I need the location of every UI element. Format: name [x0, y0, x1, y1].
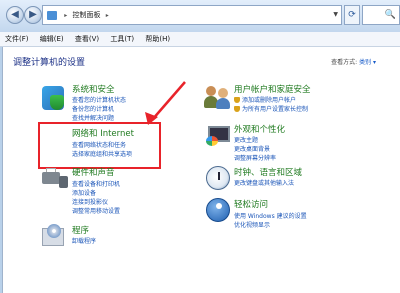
- back-button[interactable]: ◀: [6, 6, 24, 24]
- breadcrumb-separator: ▸: [105, 12, 109, 19]
- link-troubleshoot[interactable]: 查找并解决问题: [72, 113, 114, 122]
- link-uninstall-program[interactable]: 卸载程序: [72, 236, 96, 245]
- user-accounts-icon[interactable]: [204, 86, 230, 109]
- menu-file[interactable]: 文件(F): [0, 35, 33, 43]
- window-titlebar: ◀ ▶ ▸ 控制面板 ▸ ▼ ⟳ 🔍: [0, 0, 400, 32]
- red-annotation-box: [38, 122, 161, 169]
- address-bar[interactable]: ▸ 控制面板 ▸ ▼: [42, 5, 342, 25]
- ease-of-access-icon[interactable]: [206, 198, 230, 222]
- link-view-computer-status[interactable]: 查看您的计算机状态: [72, 95, 126, 104]
- category-clock-language-region[interactable]: 时钟、语言和区域: [234, 166, 302, 178]
- menu-tools[interactable]: 工具(T): [105, 35, 138, 43]
- category-programs[interactable]: 程序: [72, 224, 89, 236]
- system-security-icon[interactable]: [42, 86, 64, 110]
- link-recommended-settings[interactable]: 使用 Windows 建议的设置: [234, 211, 307, 220]
- category-hardware-sound[interactable]: 硬件和声音: [72, 166, 115, 178]
- menu-help[interactable]: 帮助(H): [140, 35, 174, 43]
- programs-icon[interactable]: [42, 224, 64, 248]
- link-parental-controls-label: 为所有用户设置家长控制: [242, 106, 309, 113]
- category-user-accounts[interactable]: 用户帐户和家庭安全: [234, 83, 311, 95]
- link-connect-projector[interactable]: 连接到投影仪: [72, 197, 108, 206]
- link-add-device[interactable]: 添加设备: [72, 188, 96, 197]
- menu-bar: 文件(F) 编辑(E) 查看(V) 工具(T) 帮助(H): [0, 32, 400, 47]
- link-mobility-settings[interactable]: 调整常用移动设置: [72, 206, 120, 215]
- control-panel-icon: [47, 10, 57, 20]
- menu-view[interactable]: 查看(V): [70, 35, 103, 43]
- category-appearance[interactable]: 外观和个性化: [234, 123, 285, 135]
- category-system-security[interactable]: 系统和安全: [72, 83, 115, 95]
- link-backup-computer[interactable]: 备份您的计算机: [72, 104, 114, 113]
- search-icon: 🔍: [384, 10, 396, 20]
- search-box[interactable]: 🔍: [362, 5, 400, 25]
- menu-edit[interactable]: 编辑(E): [35, 35, 68, 43]
- link-optimize-display[interactable]: 优化视频显示: [234, 220, 270, 229]
- link-desktop-background[interactable]: 更改桌面背景: [234, 144, 270, 153]
- link-devices-printers[interactable]: 查看设备和打印机: [72, 179, 120, 188]
- page-title: 调整计算机的设置: [13, 58, 86, 68]
- address-dropdown-icon[interactable]: ▼: [333, 6, 338, 24]
- view-mode-label: 查看方式:: [331, 59, 358, 66]
- view-mode-dropdown[interactable]: 类别 ▾: [359, 59, 376, 66]
- forward-button[interactable]: ▶: [24, 6, 42, 24]
- uac-shield-icon: [234, 97, 240, 103]
- link-parental-controls[interactable]: 为所有用户设置家长控制: [234, 104, 308, 113]
- link-screen-resolution[interactable]: 调整屏幕分辨率: [234, 153, 276, 162]
- category-ease-of-access[interactable]: 轻松访问: [234, 198, 268, 210]
- breadcrumb-control-panel[interactable]: 控制面板: [72, 11, 100, 19]
- link-change-theme[interactable]: 更改主题: [234, 135, 258, 144]
- uac-shield-icon: [234, 106, 240, 112]
- link-change-input-method[interactable]: 更改键盘或其他输入法: [234, 178, 294, 187]
- hardware-sound-icon[interactable]: [42, 168, 68, 190]
- refresh-button[interactable]: ⟳: [344, 5, 360, 25]
- link-add-remove-accounts-label: 添加或删除用户帐户: [242, 97, 297, 104]
- appearance-icon[interactable]: [206, 126, 230, 146]
- link-add-remove-accounts[interactable]: 添加或删除用户帐户: [234, 95, 296, 104]
- breadcrumb-separator: ▸: [64, 12, 68, 19]
- clock-region-icon[interactable]: [206, 166, 230, 190]
- view-mode: 查看方式: 类别 ▾: [331, 57, 376, 66]
